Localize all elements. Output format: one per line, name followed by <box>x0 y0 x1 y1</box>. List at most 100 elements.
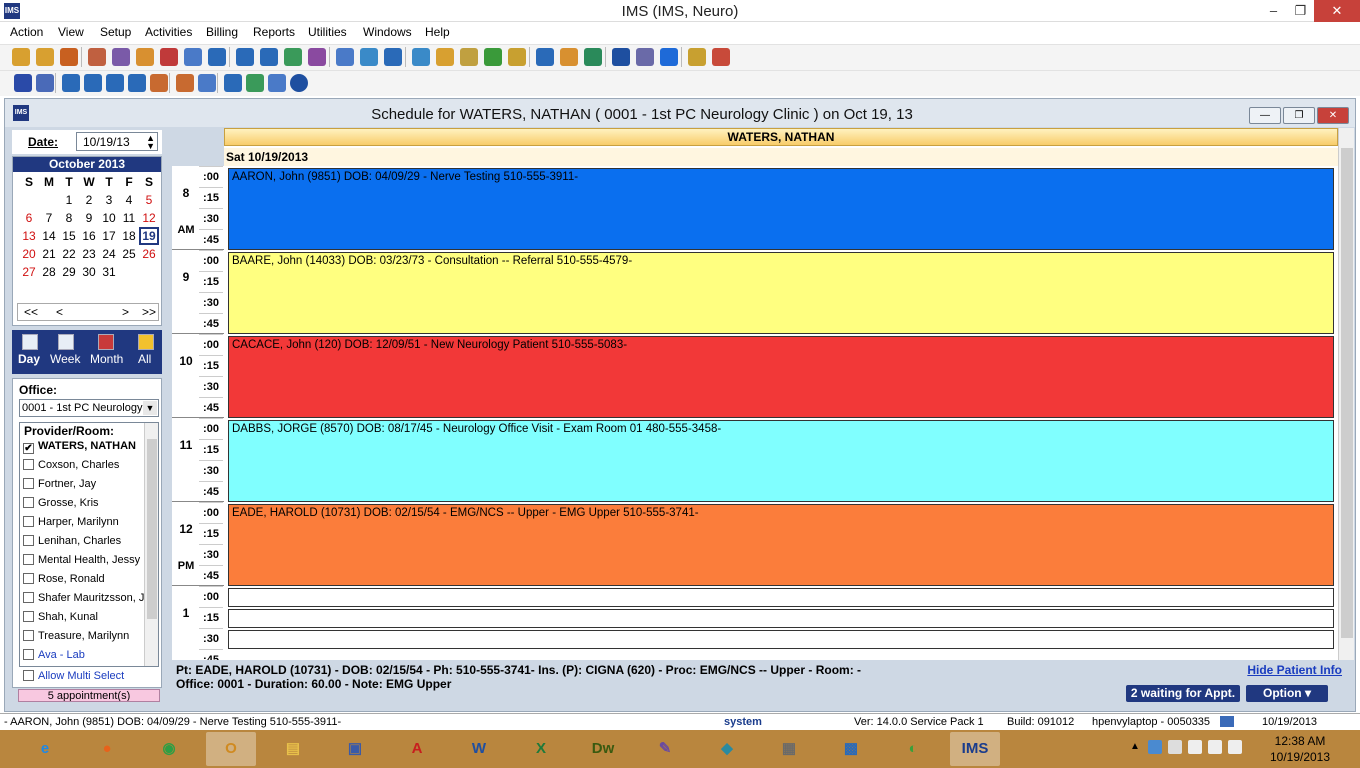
refresh-icon[interactable] <box>224 74 242 92</box>
calendar-day[interactable]: 11 <box>119 209 139 227</box>
calendar-next-year-button[interactable]: >> <box>142 305 156 319</box>
calendar-day[interactable]: 14 <box>39 227 59 245</box>
provider-item[interactable]: Lenihan, Charles <box>23 535 147 554</box>
empty-slot[interactable] <box>228 609 1334 628</box>
provider-scrollbar[interactable] <box>144 423 158 666</box>
provider-item[interactable]: Ava - Lab <box>23 649 147 668</box>
toolbar-icon-24[interactable] <box>584 48 602 66</box>
schedule-minimize-button[interactable]: — <box>1249 107 1281 124</box>
provider-item[interactable]: Harper, Marilynn <box>23 516 147 535</box>
appointment-block[interactable]: EADE, HAROLD (10731) DOB: 02/15/54 - EMG… <box>228 504 1334 586</box>
toolbar-icon-4[interactable] <box>88 48 106 66</box>
calendar-day[interactable]: 29 <box>59 263 79 281</box>
calendar-day[interactable]: 19 <box>139 227 159 245</box>
toolbar-icon-19[interactable] <box>460 48 478 66</box>
menu-billing[interactable]: Billing <box>206 25 238 39</box>
provider-item[interactable]: Shah, Kunal <box>23 611 147 630</box>
close-circle-icon[interactable] <box>290 74 308 92</box>
taskbar-chrome-icon[interactable]: ◉ <box>144 732 194 766</box>
network-icon[interactable] <box>1188 740 1202 754</box>
calendar-day[interactable]: 26 <box>139 245 159 263</box>
provider-item[interactable]: Grosse, Kris <box>23 497 147 516</box>
calendar-day[interactable]: 24 <box>99 245 119 263</box>
taskbar-ims-icon[interactable]: IMS <box>950 732 1000 766</box>
toolbar-icon-26[interactable] <box>636 48 654 66</box>
taskbar-firefox-icon[interactable]: ● <box>82 732 132 766</box>
appointment-block[interactable]: CACACE, John (120) DOB: 12/09/51 - New N… <box>228 336 1334 418</box>
taskbar-dragon-icon[interactable]: ◐ <box>888 732 938 766</box>
provider-item[interactable]: Shafer Mauritzsson, Ja <box>23 592 147 611</box>
appointment-block[interactable]: AARON, John (9851) DOB: 04/09/29 - Nerve… <box>228 168 1334 250</box>
menu-help[interactable]: Help <box>425 25 450 39</box>
toolbar-icon-1[interactable] <box>12 48 30 66</box>
calendar-day[interactable]: 22 <box>59 245 79 263</box>
close-button[interactable]: ✕ <box>1314 0 1360 22</box>
provider-scroll-thumb[interactable] <box>147 439 157 619</box>
taskbar-outlook-icon[interactable]: O <box>206 732 256 766</box>
calendar-prev-year-button[interactable]: << <box>24 305 38 319</box>
toolbar-icon-22[interactable] <box>536 48 554 66</box>
appointment-block[interactable]: BAARE, John (14033) DOB: 03/23/73 - Cons… <box>228 252 1334 334</box>
calendar-day[interactable]: 18 <box>119 227 139 245</box>
provider-checkbox[interactable] <box>23 592 34 603</box>
search-icon[interactable] <box>36 74 54 92</box>
hide-patient-info-link[interactable]: Hide Patient Info <box>1247 663 1342 677</box>
toolbar-icon-20[interactable] <box>484 48 502 66</box>
taskbar-control-icon[interactable]: ▩ <box>826 732 876 766</box>
month-view-icon[interactable] <box>98 334 114 350</box>
taskbar-notes-icon[interactable]: ◆ <box>702 732 752 766</box>
waiting-for-appt-button[interactable]: 2 waiting for Appt. <box>1126 685 1240 702</box>
provider-checkbox[interactable] <box>23 611 34 622</box>
calendar-day[interactable]: 30 <box>79 263 99 281</box>
paste-icon[interactable] <box>198 74 216 92</box>
provider-item[interactable]: Mental Health, Jessy <box>23 554 147 573</box>
day-view-icon[interactable] <box>22 334 38 350</box>
empty-slot[interactable] <box>228 630 1334 649</box>
calendar-day[interactable]: 28 <box>39 263 59 281</box>
toolbar-icon-12[interactable] <box>284 48 302 66</box>
option-button[interactable]: Option ▾ <box>1246 685 1328 702</box>
toolbar-icon-6[interactable] <box>136 48 154 66</box>
dropbox-icon[interactable] <box>1148 740 1162 754</box>
toolbar-icon-27[interactable] <box>660 48 678 66</box>
menu-activities[interactable]: Activities <box>145 25 192 39</box>
menu-setup[interactable]: Setup <box>100 25 131 39</box>
settings-icon[interactable] <box>268 74 286 92</box>
toolbar-icon-13[interactable] <box>308 48 326 66</box>
provider-checkbox[interactable]: ✔ <box>23 443 34 454</box>
calendar-day[interactable]: 3 <box>99 191 119 209</box>
provider-item[interactable]: Coxson, Charles <box>23 459 147 478</box>
schedule-close-button[interactable]: ✕ <box>1317 107 1349 124</box>
first-record-icon[interactable] <box>62 74 80 92</box>
taskbar-ie-icon[interactable]: e <box>20 732 70 766</box>
menu-action[interactable]: Action <box>10 25 43 39</box>
toolbar-icon-2[interactable] <box>36 48 54 66</box>
calendar-day[interactable]: 17 <box>99 227 119 245</box>
taskbar-network-icon[interactable]: ▣ <box>330 732 380 766</box>
calendar-day[interactable]: 5 <box>139 191 159 209</box>
toolbar-icon-28[interactable] <box>688 48 706 66</box>
battery-icon[interactable] <box>1168 740 1182 754</box>
provider-checkbox[interactable] <box>23 554 34 565</box>
chart-icon[interactable] <box>246 74 264 92</box>
week-view-icon[interactable] <box>58 334 74 350</box>
schedule-scroll-thumb[interactable] <box>1341 148 1353 638</box>
toolbar-icon-8[interactable] <box>184 48 202 66</box>
provider-checkbox[interactable] <box>23 497 34 508</box>
taskbar-word-icon[interactable]: W <box>454 732 504 766</box>
clock-time[interactable]: 12:38 AM <box>1260 734 1340 748</box>
date-spinner-icon[interactable]: ▲ ▼ <box>146 134 155 151</box>
calendar-day[interactable]: 15 <box>59 227 79 245</box>
provider-checkbox[interactable] <box>23 649 34 660</box>
last-record-icon[interactable] <box>128 74 146 92</box>
calendar-day[interactable]: 16 <box>79 227 99 245</box>
calendar-next-month-button[interactable]: > <box>122 305 129 319</box>
toolbar-icon-15[interactable] <box>360 48 378 66</box>
toolbar-icon-21[interactable] <box>508 48 526 66</box>
toolbar-icon-17[interactable] <box>412 48 430 66</box>
provider-checkbox[interactable] <box>23 573 34 584</box>
toolbar-icon-16[interactable] <box>384 48 402 66</box>
provider-checkbox[interactable] <box>23 459 34 470</box>
allow-multi-select[interactable]: Allow Multi Select <box>23 670 124 682</box>
calendar-day[interactable]: 4 <box>119 191 139 209</box>
